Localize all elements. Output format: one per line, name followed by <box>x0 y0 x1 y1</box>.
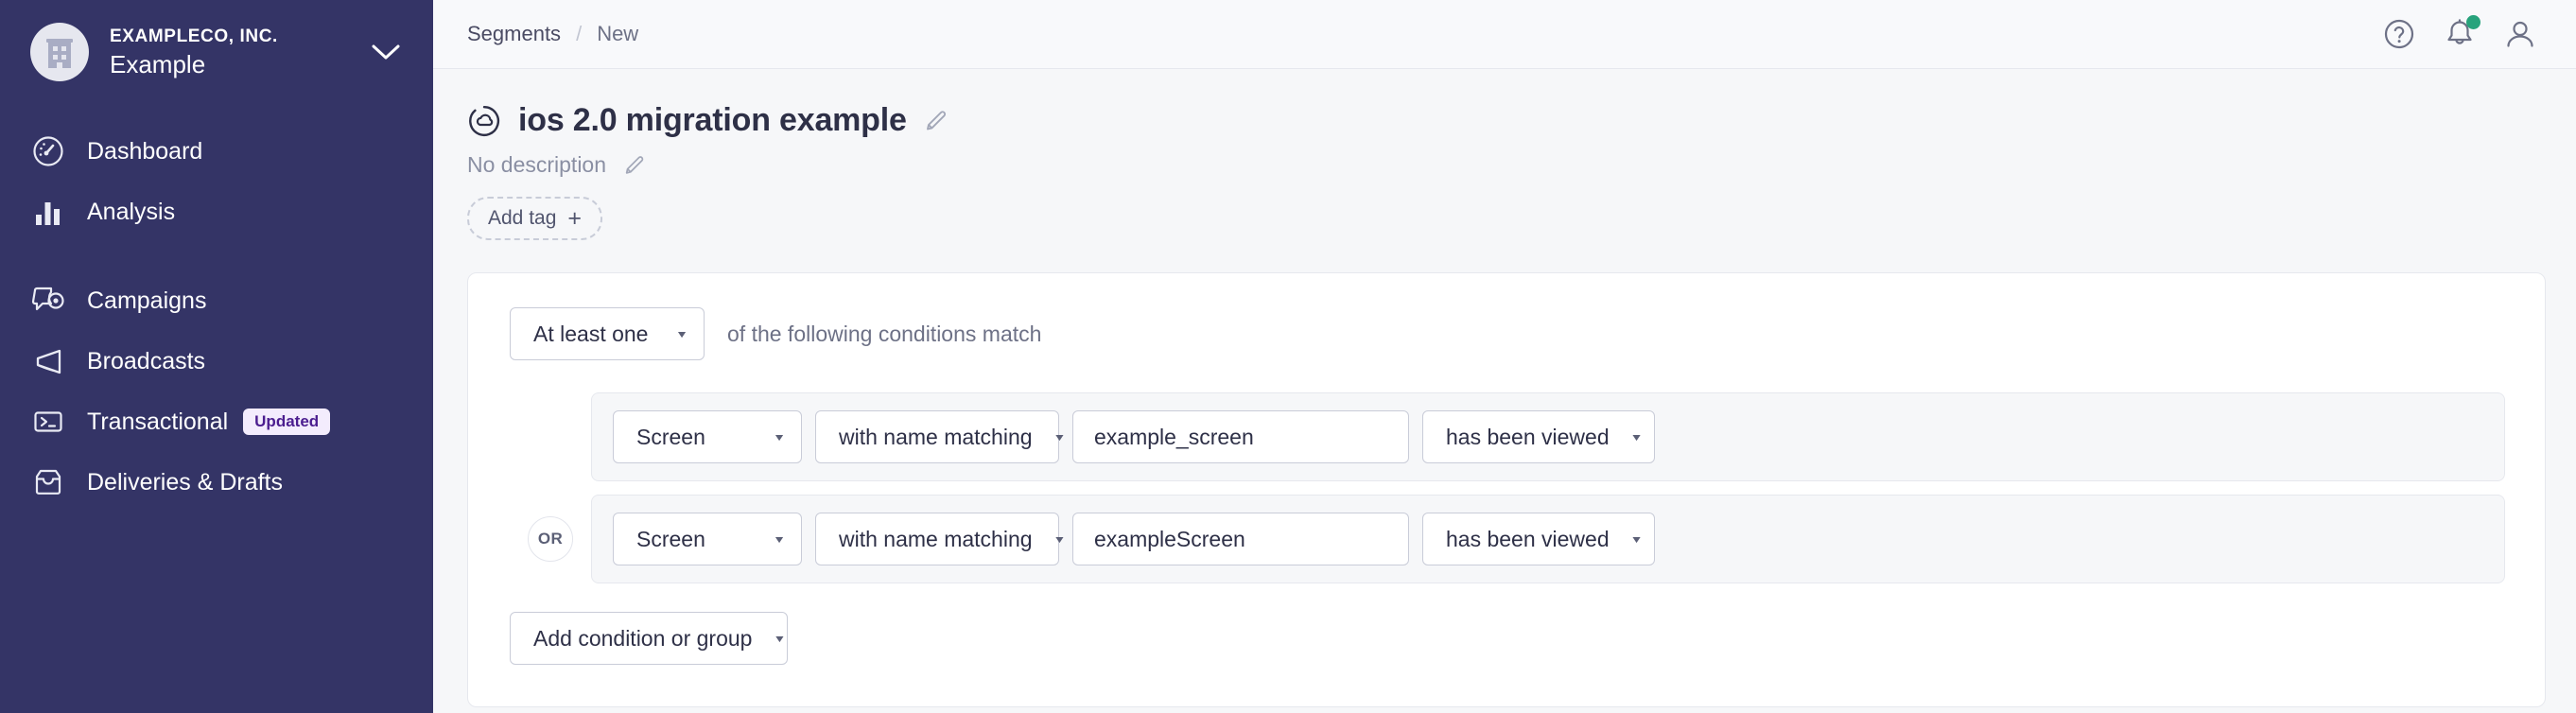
topbar-icons <box>2383 15 2544 50</box>
user-icon[interactable] <box>2504 18 2536 50</box>
page-description: No description <box>467 152 607 177</box>
org-name: EXAMPLECO, INC. <box>110 26 278 46</box>
sidebar-item-broadcasts[interactable]: Broadcasts <box>0 331 433 391</box>
segment-conditions-card: At least one ▼ of the following conditio… <box>467 272 2546 707</box>
condition-joiner-badge[interactable]: OR <box>528 516 573 562</box>
condition-subject-value: Screen <box>636 424 705 449</box>
condition-action-select[interactable]: has been viewed ▼ <box>1422 513 1655 565</box>
condition-box: Screen ▼ with name matching ▼ has been v… <box>591 495 2505 583</box>
condition-box: Screen ▼ with name matching ▼ has been v… <box>591 392 2505 481</box>
condition-action-select[interactable]: has been viewed ▼ <box>1422 410 1655 463</box>
add-tag-button[interactable]: Add tag + <box>467 197 603 240</box>
match-mode-row: At least one ▼ of the following conditio… <box>510 307 2505 360</box>
add-tag-label: Add tag <box>488 207 557 229</box>
building-icon <box>46 39 73 68</box>
sidebar-item-dashboard[interactable]: Dashboard <box>0 121 433 182</box>
condition-operator-value: with name matching <box>839 526 1033 551</box>
chevron-down-icon[interactable] <box>371 43 407 61</box>
chevron-down-small-icon: ▼ <box>1629 431 1644 443</box>
condition-subject-value: Screen <box>636 526 705 551</box>
sidebar: EXAMPLECO, INC. Example Dashboard Analys… <box>0 0 433 713</box>
condition-action-value: has been viewed <box>1446 424 1610 449</box>
chevron-down-small-icon: ▼ <box>773 431 786 443</box>
sidebar-item-label: Deliveries & Drafts <box>87 468 283 496</box>
sidebar-item-deliveries-drafts[interactable]: Deliveries & Drafts <box>0 452 433 513</box>
chevron-down-small-icon: ▼ <box>773 533 786 545</box>
main-area: Segments / New ios 2.0 migration example… <box>433 0 2576 713</box>
chevron-down-small-icon: ▼ <box>1053 533 1067 545</box>
match-mode-value: At least one <box>533 321 649 346</box>
sidebar-item-label: Transactional <box>87 408 229 435</box>
bell-icon[interactable] <box>2444 15 2480 50</box>
org-avatar <box>30 23 89 81</box>
sidebar-item-label: Analysis <box>87 198 176 225</box>
pencil-icon[interactable] <box>623 154 646 177</box>
add-condition-row: Add condition or group ▼ <box>510 612 2505 665</box>
top-bar: Segments / New <box>433 0 2576 69</box>
question-circle-icon[interactable] <box>2383 18 2415 50</box>
page-description-row: No description <box>467 152 2576 178</box>
chevron-down-small-icon: ▼ <box>1629 533 1644 545</box>
megaphone-icon <box>30 343 66 379</box>
sidebar-item-label: Dashboard <box>87 137 203 165</box>
sidebar-nav: Dashboard Analysis Campaigns Broadcasts … <box>0 121 433 513</box>
sidebar-item-label: Campaigns <box>87 287 207 314</box>
joiner-cell: OR <box>510 516 591 562</box>
tag-row: Add tag + <box>467 197 2576 240</box>
condition-operator-select[interactable]: with name matching ▼ <box>815 513 1066 565</box>
chevron-down-small-icon: ▼ <box>675 328 688 339</box>
condition-value-input[interactable] <box>1072 410 1409 463</box>
sidebar-item-transactional[interactable]: Transactional Updated <box>0 391 433 452</box>
breadcrumb: Segments / New <box>467 22 638 46</box>
conditions-list: Screen ▼ with name matching ▼ has been v… <box>510 392 2505 583</box>
breadcrumb-segments[interactable]: Segments <box>467 22 561 46</box>
breadcrumb-separator: / <box>576 22 583 45</box>
terminal-icon <box>30 404 66 440</box>
nav-group-primary: Dashboard Analysis <box>0 121 433 242</box>
add-condition-button[interactable]: Add condition or group ▼ <box>510 612 788 665</box>
condition-row: Screen ▼ with name matching ▼ has been v… <box>510 392 2505 481</box>
gauge-icon <box>30 133 66 169</box>
plus-icon: + <box>567 205 583 232</box>
pencil-icon[interactable] <box>924 109 949 133</box>
condition-operator-value: with name matching <box>839 424 1033 449</box>
inbox-icon <box>30 464 66 500</box>
org-text: EXAMPLECO, INC. Example <box>110 25 371 79</box>
sidebar-item-label: Broadcasts <box>87 347 206 374</box>
page-title: ios 2.0 migration example <box>518 102 907 138</box>
segment-cloud-icon <box>467 104 501 138</box>
condition-subject-select[interactable]: Screen ▼ <box>613 410 802 463</box>
app-root: EXAMPLECO, INC. Example Dashboard Analys… <box>0 0 2576 713</box>
org-switcher[interactable]: EXAMPLECO, INC. Example <box>0 0 433 100</box>
notification-dot <box>2466 15 2480 29</box>
nav-group-messaging: Campaigns Broadcasts Transactional Updat… <box>0 270 433 513</box>
match-mode-description: of the following conditions match <box>727 321 1042 346</box>
chevron-down-small-icon: ▼ <box>1053 431 1067 443</box>
breadcrumb-new[interactable]: New <box>597 22 638 46</box>
status-badge-updated: Updated <box>243 409 331 435</box>
add-condition-label: Add condition or group <box>533 625 753 651</box>
sidebar-item-campaigns[interactable]: Campaigns <box>0 270 433 331</box>
condition-row: OR Screen ▼ with name matching ▼ example… <box>510 495 2505 583</box>
bar-chart-icon <box>30 194 66 230</box>
sidebar-item-analysis[interactable]: Analysis <box>0 182 433 242</box>
condition-action-value: has been viewed <box>1446 526 1610 551</box>
condition-value-input[interactable] <box>1072 513 1409 565</box>
condition-operator-select[interactable]: with name matching ▼ <box>815 410 1066 463</box>
match-mode-select[interactable]: At least one ▼ <box>510 307 705 360</box>
chevron-down-small-icon: ▼ <box>773 633 787 644</box>
org-workspace: Example <box>110 49 206 78</box>
page-content: ios 2.0 migration example No description <box>433 69 2576 713</box>
page-title-row: ios 2.0 migration example <box>467 102 2576 139</box>
speech-bubble-target-icon <box>30 283 66 319</box>
condition-subject-select[interactable]: Screen ▼ <box>613 513 802 565</box>
